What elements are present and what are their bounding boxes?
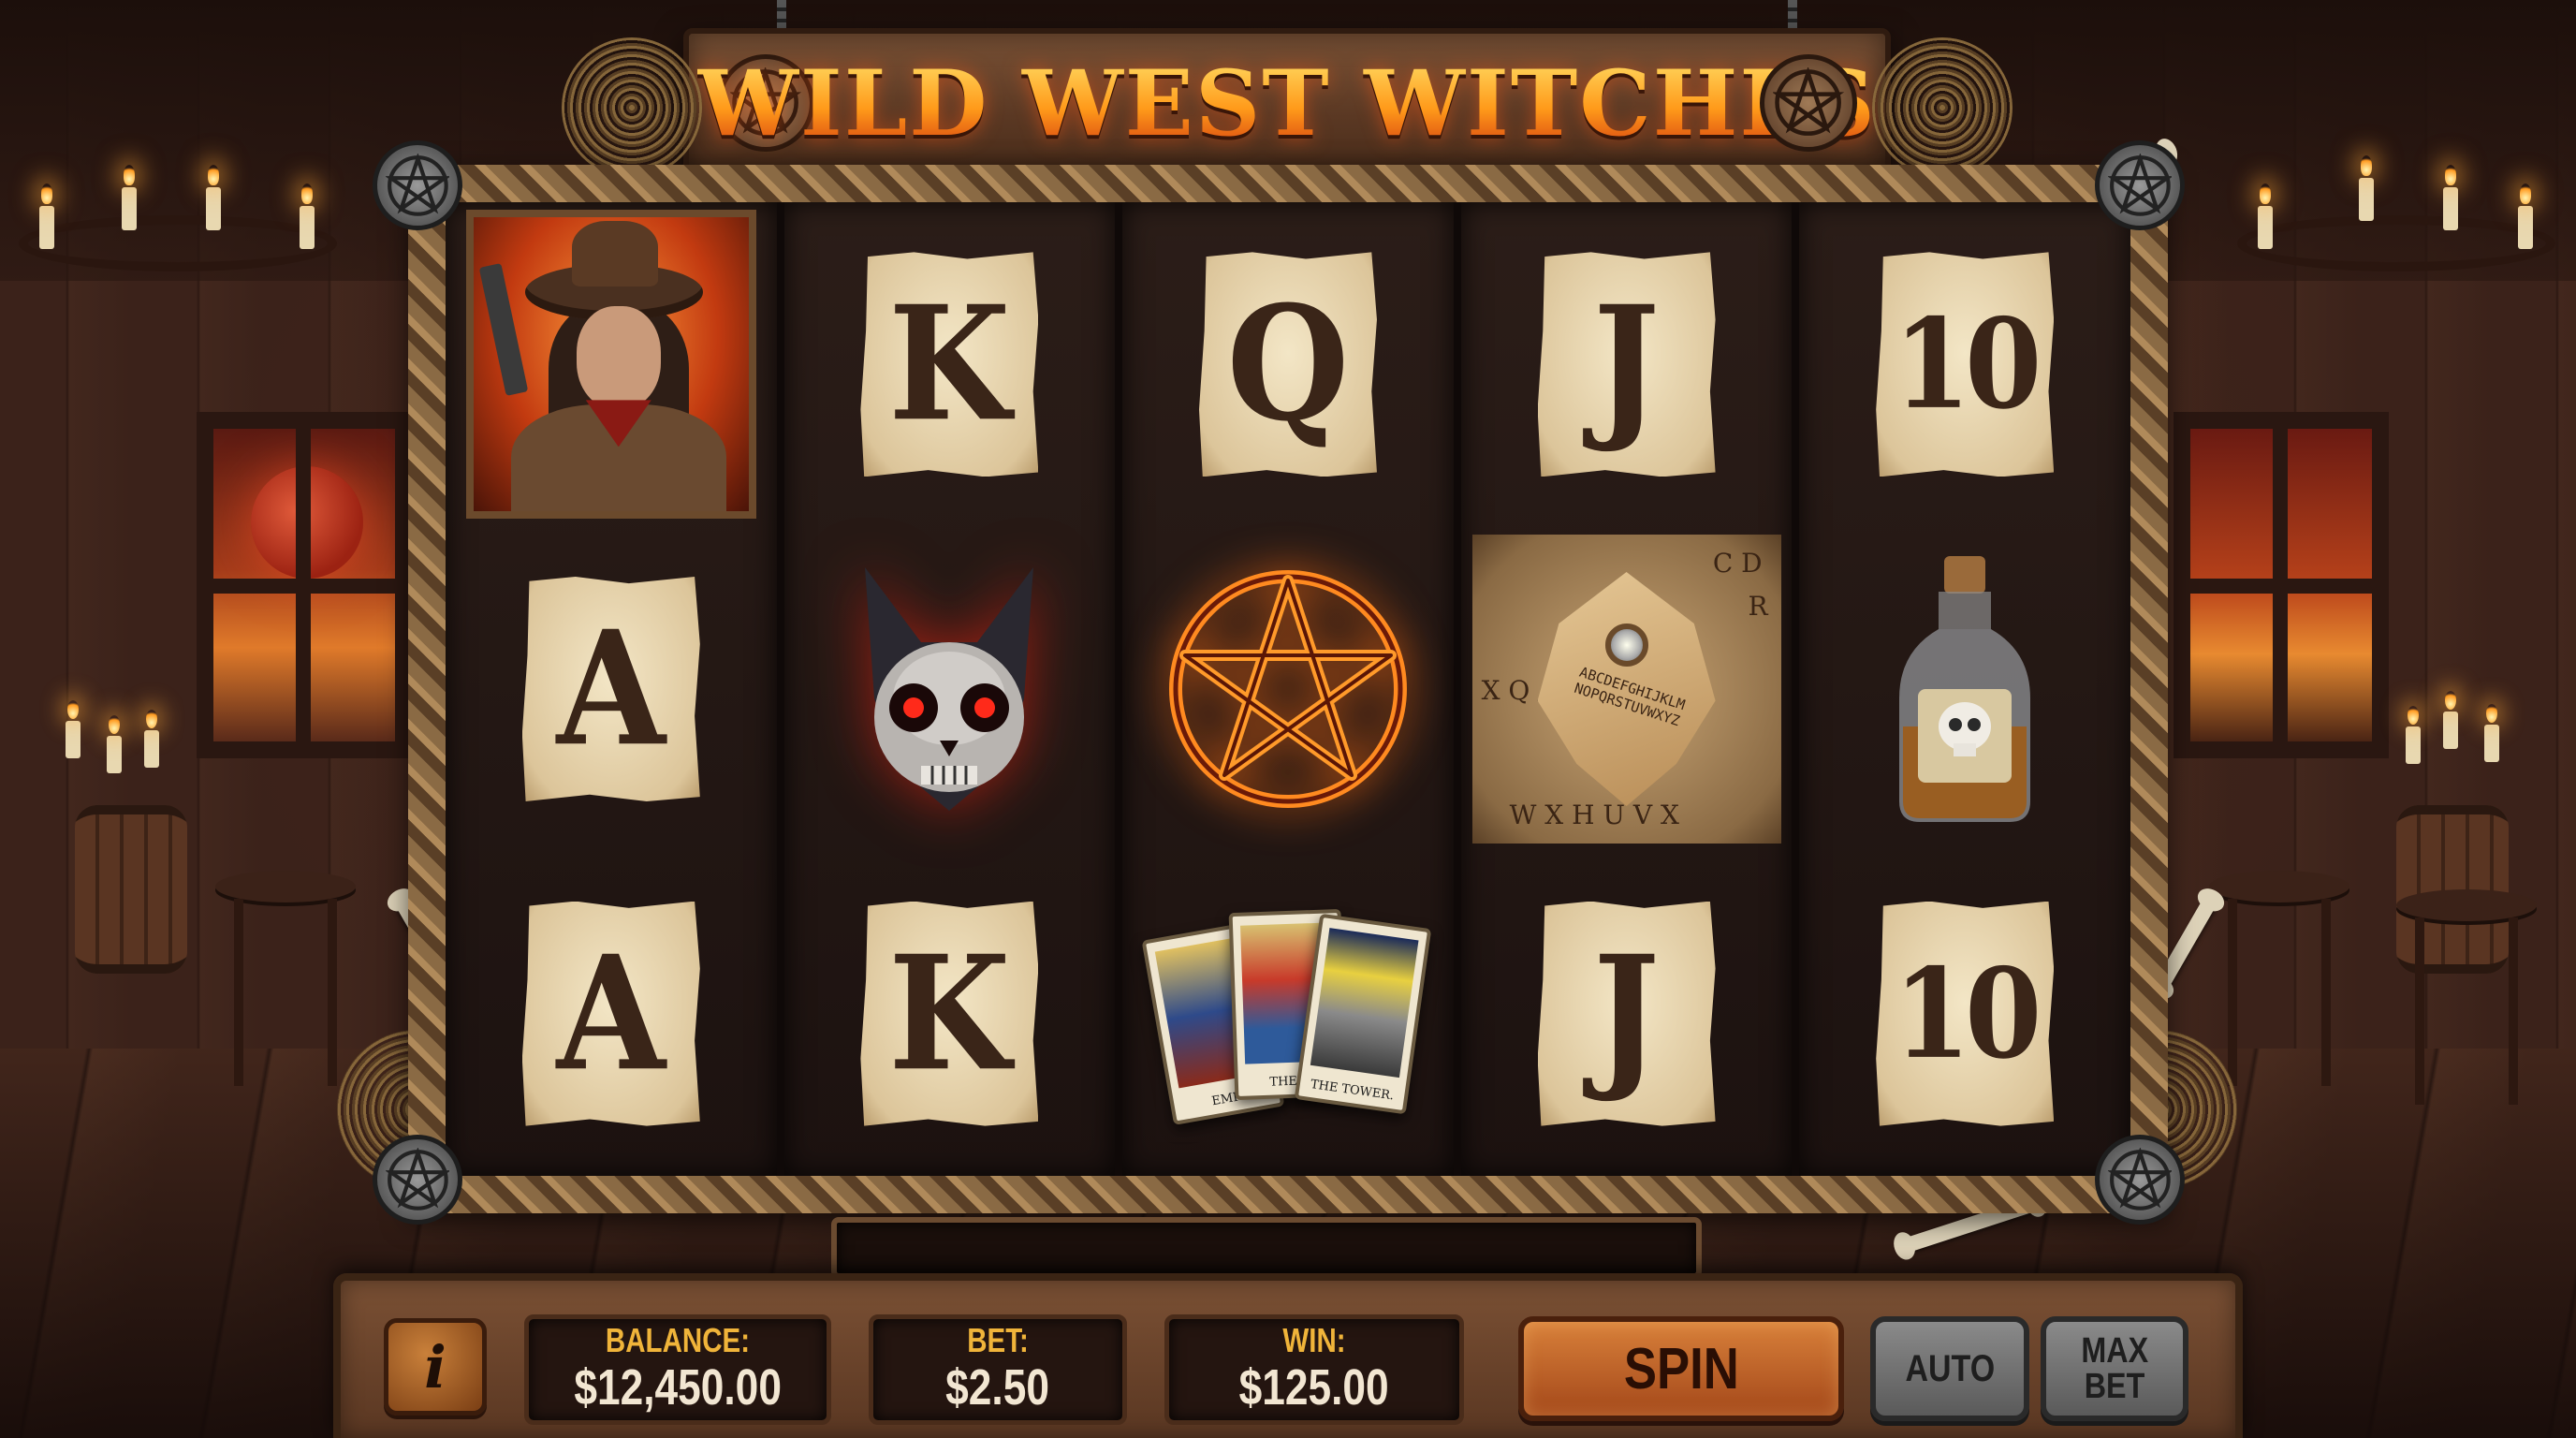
card-symbol: 10 bbox=[1876, 901, 2055, 1126]
message-bar bbox=[831, 1217, 1702, 1279]
right-chandelier bbox=[2237, 131, 2555, 281]
card-symbol: K bbox=[860, 252, 1039, 477]
left-barrel bbox=[75, 805, 187, 974]
left-chandelier bbox=[19, 131, 337, 281]
pentacle-icon bbox=[373, 1135, 462, 1225]
pentacle-icon bbox=[2095, 1135, 2185, 1225]
sign-chain-right bbox=[1788, 0, 1797, 32]
tarot-cards-symbol: EMP THE H THE TOWER. bbox=[1138, 873, 1438, 1154]
reel-cell: K bbox=[784, 202, 1116, 527]
right-stool-2 bbox=[2396, 889, 2537, 1105]
reel-cell: 10 bbox=[1799, 202, 2130, 527]
pentacle-icon bbox=[2095, 140, 2185, 230]
card-symbol: 10 bbox=[1876, 252, 2055, 477]
reel-4: J C D X Q R W X H U V X ABCDEFGHIJKLM NO… bbox=[1460, 202, 1793, 1176]
right-stool bbox=[2209, 871, 2349, 1086]
auto-button[interactable]: AUTO bbox=[1870, 1316, 2029, 1421]
bet-label: BET: bbox=[967, 1321, 1029, 1360]
balance-label: BALANCE: bbox=[605, 1321, 751, 1360]
cowgirl-witch-symbol bbox=[465, 210, 756, 520]
card-symbol: J bbox=[1537, 252, 1716, 477]
reel-cell bbox=[1799, 527, 2130, 852]
reel-3: Q EMP THE H THE TOWER. bbox=[1122, 202, 1454, 1176]
reel-5: 10 10 bbox=[1799, 202, 2130, 1176]
reel-cell bbox=[446, 202, 777, 527]
max-bet-label-line2: BET bbox=[2084, 1367, 2145, 1406]
max-bet-button[interactable]: MAX BET bbox=[2041, 1316, 2188, 1421]
cat-skull-symbol bbox=[846, 558, 1052, 820]
tumbleweed bbox=[562, 37, 702, 178]
reel-cell: K bbox=[784, 851, 1116, 1176]
sign-chain-left bbox=[777, 0, 786, 32]
poison-bottle-symbol bbox=[1890, 549, 2040, 829]
win-display: WIN: $125.00 bbox=[1164, 1314, 1464, 1425]
pentacle-icon bbox=[1760, 54, 1857, 152]
tumbleweed bbox=[1872, 37, 2012, 178]
reel-cell bbox=[1122, 527, 1454, 852]
reel-cell: 10 bbox=[1799, 851, 2130, 1176]
reel-cell: A bbox=[446, 527, 777, 852]
card-symbol: J bbox=[1537, 901, 1716, 1126]
title-sign: WILD WEST WITCHES bbox=[683, 28, 1891, 178]
bet-value: $2.50 bbox=[945, 1358, 1050, 1416]
card-symbol: K bbox=[860, 901, 1039, 1126]
reel-cell: EMP THE H THE TOWER. bbox=[1122, 851, 1454, 1176]
auto-label: AUTO bbox=[1905, 1348, 1995, 1389]
win-value: $125.00 bbox=[1238, 1358, 1390, 1416]
game-title: WILD WEST WITCHES bbox=[697, 50, 1877, 156]
left-stool bbox=[215, 871, 356, 1086]
win-label: WIN: bbox=[1282, 1321, 1346, 1360]
reel-grid: A A K K Q EMP THE H THE TOWER. J C D X Q… bbox=[446, 202, 2130, 1176]
revolver-icon bbox=[478, 263, 529, 397]
reel-1: A A bbox=[446, 202, 777, 1176]
pentacle-icon bbox=[373, 140, 462, 230]
reel-cell: C D X Q R W X H U V X ABCDEFGHIJKLM NOPQ… bbox=[1461, 527, 1793, 852]
ouija-board-symbol: C D X Q R W X H U V X ABCDEFGHIJKLM NOPQ… bbox=[1471, 534, 1781, 844]
reel-2: K K bbox=[783, 202, 1116, 1176]
card-symbol: A bbox=[521, 576, 700, 801]
spin-label: SPIN bbox=[1623, 1336, 1739, 1401]
reel-cell bbox=[784, 527, 1116, 852]
card-symbol: A bbox=[521, 901, 700, 1126]
left-window bbox=[197, 412, 412, 758]
info-button[interactable]: i bbox=[384, 1318, 487, 1416]
max-bet-label-line1: MAX bbox=[2081, 1331, 2148, 1371]
balance-value: $12,450.00 bbox=[574, 1358, 782, 1416]
right-window bbox=[2174, 412, 2389, 758]
spin-button[interactable]: SPIN bbox=[1518, 1316, 1844, 1421]
card-symbol: Q bbox=[1198, 252, 1377, 477]
balance-display: BALANCE: $12,450.00 bbox=[524, 1314, 831, 1425]
reel-cell: J bbox=[1461, 202, 1793, 527]
fire-pentagram-symbol bbox=[1157, 558, 1419, 820]
bet-display[interactable]: BET: $2.50 bbox=[869, 1314, 1127, 1425]
reel-cell: Q bbox=[1122, 202, 1454, 527]
reel-cell: A bbox=[446, 851, 777, 1176]
reel-cell: J bbox=[1461, 851, 1793, 1176]
